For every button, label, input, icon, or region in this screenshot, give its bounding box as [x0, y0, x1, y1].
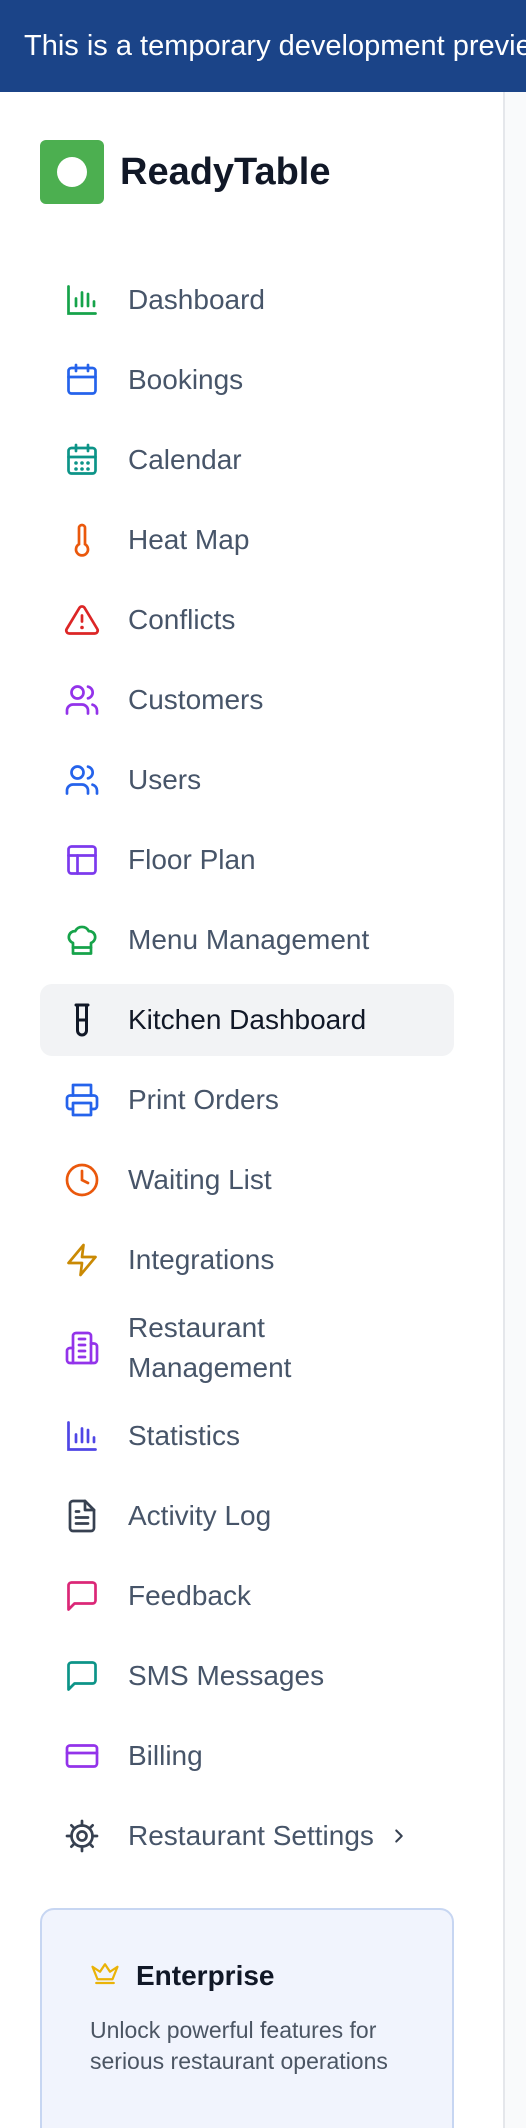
sidebar-item-print-orders[interactable]: Print Orders: [40, 1064, 454, 1136]
clock-icon: [64, 1162, 100, 1198]
message-icon: [64, 1578, 100, 1614]
sidebar-item-heat-map[interactable]: Heat Map: [40, 504, 454, 576]
message-icon: [64, 1658, 100, 1694]
sidebar-item-waiting-list[interactable]: Waiting List: [40, 1144, 454, 1216]
preview-banner: This is a temporary development preview: [0, 0, 526, 92]
sidebar-item-customers[interactable]: Customers: [40, 664, 454, 736]
enterprise-upsell-card[interactable]: Enterprise Unlock powerful features for …: [40, 1908, 454, 2128]
sidebar-item-floor-plan[interactable]: Floor Plan: [40, 824, 454, 896]
bar-chart-icon: [64, 1418, 100, 1454]
sidebar-item-label: Bookings: [128, 364, 244, 395]
sidebar-item-label: Customers: [128, 684, 264, 715]
enterprise-title: Enterprise: [136, 1959, 275, 1991]
enterprise-header: Enterprise: [90, 1958, 452, 1993]
sidebar-item-sms-messages[interactable]: SMS Messages: [40, 1640, 454, 1712]
users-icon: [64, 682, 100, 718]
sidebar-item-label: Menu Management: [128, 924, 370, 955]
brand-logo-icon: [40, 140, 104, 204]
sidebar-item-integrations[interactable]: Integrations: [40, 1224, 454, 1296]
chevron-right-icon[interactable]: [388, 1825, 410, 1847]
printer-icon: [64, 1082, 100, 1118]
sidebar-item-billing[interactable]: Billing: [40, 1720, 454, 1792]
brand-name: ReadyTable: [120, 150, 331, 193]
sidebar-item-label: Users: [128, 764, 202, 795]
sidebar-item-kitchen-dashboard[interactable]: Kitchen Dashboard: [40, 984, 454, 1056]
sidebar-item-label: Restaurant Settings: [128, 1820, 374, 1851]
lightning-icon: [64, 1242, 100, 1278]
credit-card-icon: [64, 1738, 100, 1774]
sidebar-item-label: Integrations: [128, 1244, 275, 1275]
gear-icon: [64, 1818, 100, 1854]
warning-triangle-icon: [64, 602, 100, 638]
sidebar-item-label: Billing: [128, 1740, 203, 1771]
sidebar-item-users[interactable]: Users: [40, 744, 454, 816]
sidebar-item-label: Waiting List: [128, 1164, 272, 1195]
sidebar-item-label: SMS Messages: [128, 1660, 325, 1691]
calendar-grid-icon: [64, 442, 100, 478]
crown-icon: [90, 1958, 120, 1993]
sidebar-item-label: Dashboard: [128, 284, 265, 315]
brand-logo[interactable]: ReadyTable: [40, 140, 330, 204]
sidebar-item-label: Calendar: [128, 444, 242, 475]
sidebar-item-feedback[interactable]: Feedback: [40, 1560, 454, 1632]
document-icon: [64, 1498, 100, 1534]
sidebar-item-calendar[interactable]: Calendar: [40, 424, 454, 496]
main-content: [505, 92, 526, 2128]
sidebar-item-label: Activity Log: [128, 1500, 272, 1531]
sidebar-item-label: Floor Plan: [128, 844, 256, 875]
sidebar-item-restaurant-management[interactable]: Restaurant Management: [40, 1304, 454, 1392]
sidebar-item-statistics[interactable]: Statistics: [40, 1400, 454, 1472]
sidebar-item-activity-log[interactable]: Activity Log: [40, 1480, 454, 1552]
users-icon: [64, 762, 100, 798]
layout-icon: [64, 842, 100, 878]
sidebar-item-label: Print Orders: [128, 1084, 279, 1115]
sidebar-nav: Dashboard Bookings Calendar Heat Map Con…: [40, 264, 454, 1880]
sidebar-item-bookings[interactable]: Bookings: [40, 344, 454, 416]
sidebar-item-label: Statistics: [128, 1420, 241, 1451]
chef-hat-icon: [64, 922, 100, 958]
enterprise-description: Unlock powerful features for serious res…: [90, 2017, 388, 2074]
bar-chart-icon: [64, 282, 100, 318]
sidebar-item-label: Conflicts: [128, 604, 236, 635]
calendar-icon: [64, 362, 100, 398]
thermometer-icon: [64, 522, 100, 558]
sidebar-item-menu-management[interactable]: Menu Management: [40, 904, 454, 976]
sidebar-item-restaurant-settings[interactable]: Restaurant Settings: [40, 1800, 454, 1872]
sidebar-item-label: Feedback: [128, 1580, 251, 1611]
sidebar-item-conflicts[interactable]: Conflicts: [40, 584, 454, 656]
sidebar-item-label: Restaurant Management: [128, 1312, 292, 1383]
sidebar-item-label: Kitchen Dashboard: [128, 1004, 367, 1035]
sidebar-item-dashboard[interactable]: Dashboard: [40, 264, 454, 336]
utensil-icon: [64, 1002, 100, 1038]
sidebar-item-label: Heat Map: [128, 524, 250, 555]
building-icon: [64, 1330, 100, 1366]
